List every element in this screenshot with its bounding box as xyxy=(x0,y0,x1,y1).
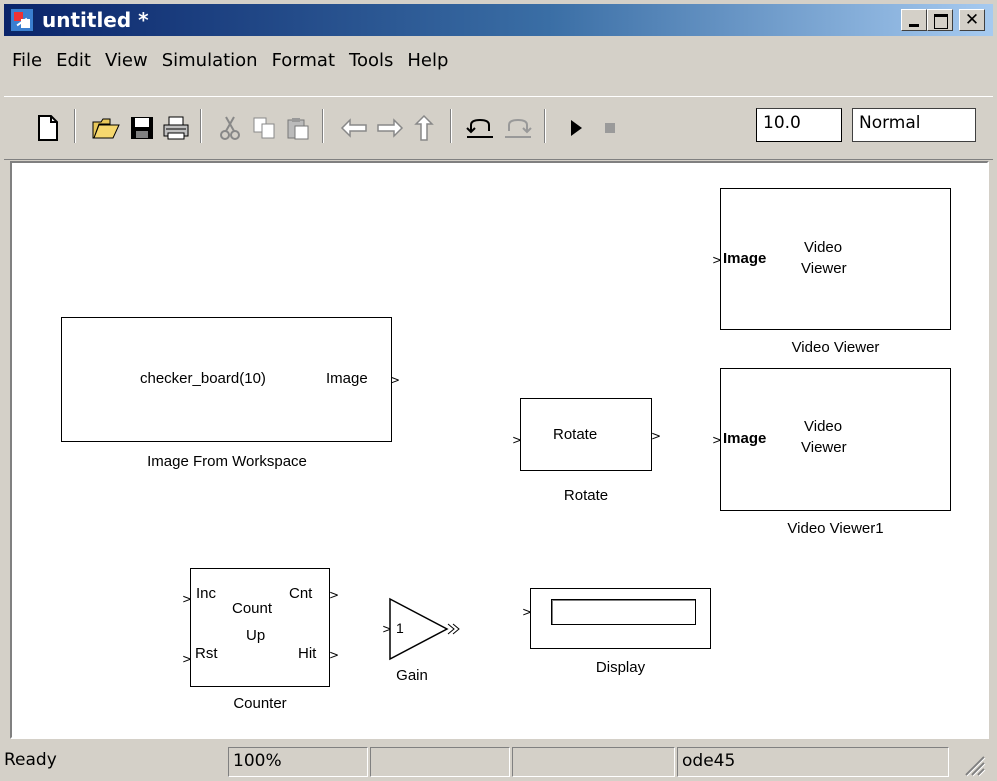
image-output-port-label: Image xyxy=(326,370,368,387)
minimize-button[interactable] xyxy=(901,9,927,31)
menu-format[interactable]: Format xyxy=(265,50,342,71)
open-icon[interactable] xyxy=(90,105,122,151)
image-from-workspace-block[interactable]: checker_board(10) Image > xyxy=(61,317,400,442)
stop-time-field[interactable]: 10.0 xyxy=(756,108,842,142)
menu-bar: File Edit View Simulation Format Tools H… xyxy=(4,50,993,88)
counter-title-line1: Count xyxy=(232,600,273,617)
start-simulation-icon[interactable] xyxy=(560,105,592,151)
solver-name: ode45 xyxy=(677,747,949,777)
counter-title-line2: Up xyxy=(246,627,266,644)
save-icon[interactable] xyxy=(126,105,158,151)
toolbar: 10.0 Normal xyxy=(4,96,993,160)
simulink-app-icon xyxy=(10,8,34,32)
video-viewer1-title-line2: Viewer xyxy=(801,439,847,456)
menu-simulation[interactable]: Simulation xyxy=(155,50,265,71)
counter-cnt-port: Cnt xyxy=(289,585,313,602)
gain-name: Gain xyxy=(396,667,428,684)
video-viewer1-block[interactable]: Image Video Viewer xyxy=(720,368,951,511)
output-port-icon: > xyxy=(651,429,662,443)
video-viewer1-title-line1: Video xyxy=(804,418,843,435)
output-port-icon: > xyxy=(390,373,401,387)
close-icon: ✕ xyxy=(964,10,980,30)
counter-name: Counter xyxy=(233,695,287,712)
counter-block[interactable]: Inc Cnt Count Up Rst Hit > > xyxy=(190,568,339,687)
menu-edit[interactable]: Edit xyxy=(49,50,98,71)
redo-icon[interactable] xyxy=(502,105,534,151)
forward-icon[interactable] xyxy=(374,105,406,151)
up-icon[interactable] xyxy=(408,105,440,151)
undo-icon[interactable] xyxy=(464,105,496,151)
counter-inc-port: Inc xyxy=(196,585,217,602)
paste-icon[interactable] xyxy=(282,105,314,151)
video-viewer-name: Video Viewer xyxy=(791,339,880,356)
status-pane-empty-2 xyxy=(512,747,675,777)
cut-icon[interactable] xyxy=(214,105,246,151)
video-viewer1-in-port: Image xyxy=(723,430,767,447)
video-viewer-title-line1: Video xyxy=(804,239,843,256)
model-canvas[interactable]: checker_board(10) Image > Image From Wor… xyxy=(10,161,989,739)
close-button[interactable]: ✕ xyxy=(959,9,985,31)
copy-icon[interactable] xyxy=(248,105,280,151)
simulation-mode-select[interactable]: Normal xyxy=(852,108,976,142)
new-icon[interactable] xyxy=(32,105,64,151)
stop-simulation-icon[interactable] xyxy=(594,105,626,151)
video-viewer1-name: Video Viewer1 xyxy=(787,520,884,537)
menu-view[interactable]: View xyxy=(98,50,155,71)
maximize-button[interactable] xyxy=(927,9,953,31)
rotate-block[interactable]: Rotate > xyxy=(520,398,661,471)
image-from-workspace-name: Image From Workspace xyxy=(147,453,307,470)
hit-output-port-icon: > xyxy=(329,648,340,662)
resize-grip-icon[interactable] xyxy=(962,753,986,777)
video-viewer-block[interactable]: Image Video Viewer xyxy=(720,188,951,330)
display-readout-box xyxy=(551,599,696,625)
rotate-name: Rotate xyxy=(563,487,609,504)
status-bar: Ready 100% ode45 xyxy=(0,741,997,781)
counter-hit-port: Hit xyxy=(298,645,317,662)
display-block[interactable] xyxy=(530,588,711,649)
zoom-level: 100% xyxy=(228,747,368,777)
video-viewer-title-line2: Viewer xyxy=(801,260,847,277)
menu-help[interactable]: Help xyxy=(400,50,455,71)
status-text: Ready xyxy=(4,750,57,770)
simulink-window: untitled * ✕ File Edit View Simulation F… xyxy=(0,0,997,781)
cnt-output-port-icon: > xyxy=(329,588,340,602)
rotate-block-content: Rotate xyxy=(553,426,598,443)
gain-value: 1 xyxy=(396,620,404,636)
counter-rst-port: Rst xyxy=(195,645,218,662)
title-bar[interactable]: untitled * ✕ xyxy=(4,4,993,36)
display-name: Display xyxy=(595,659,646,676)
menu-file[interactable]: File xyxy=(4,50,49,71)
status-pane-empty-1 xyxy=(370,747,510,777)
image-from-workspace-content: checker_board(10) xyxy=(140,370,266,387)
back-icon[interactable] xyxy=(338,105,370,151)
video-viewer-in-port: Image xyxy=(723,250,767,267)
print-icon[interactable] xyxy=(160,105,192,151)
menu-tools[interactable]: Tools xyxy=(342,50,400,71)
window-title: untitled * xyxy=(42,8,149,32)
